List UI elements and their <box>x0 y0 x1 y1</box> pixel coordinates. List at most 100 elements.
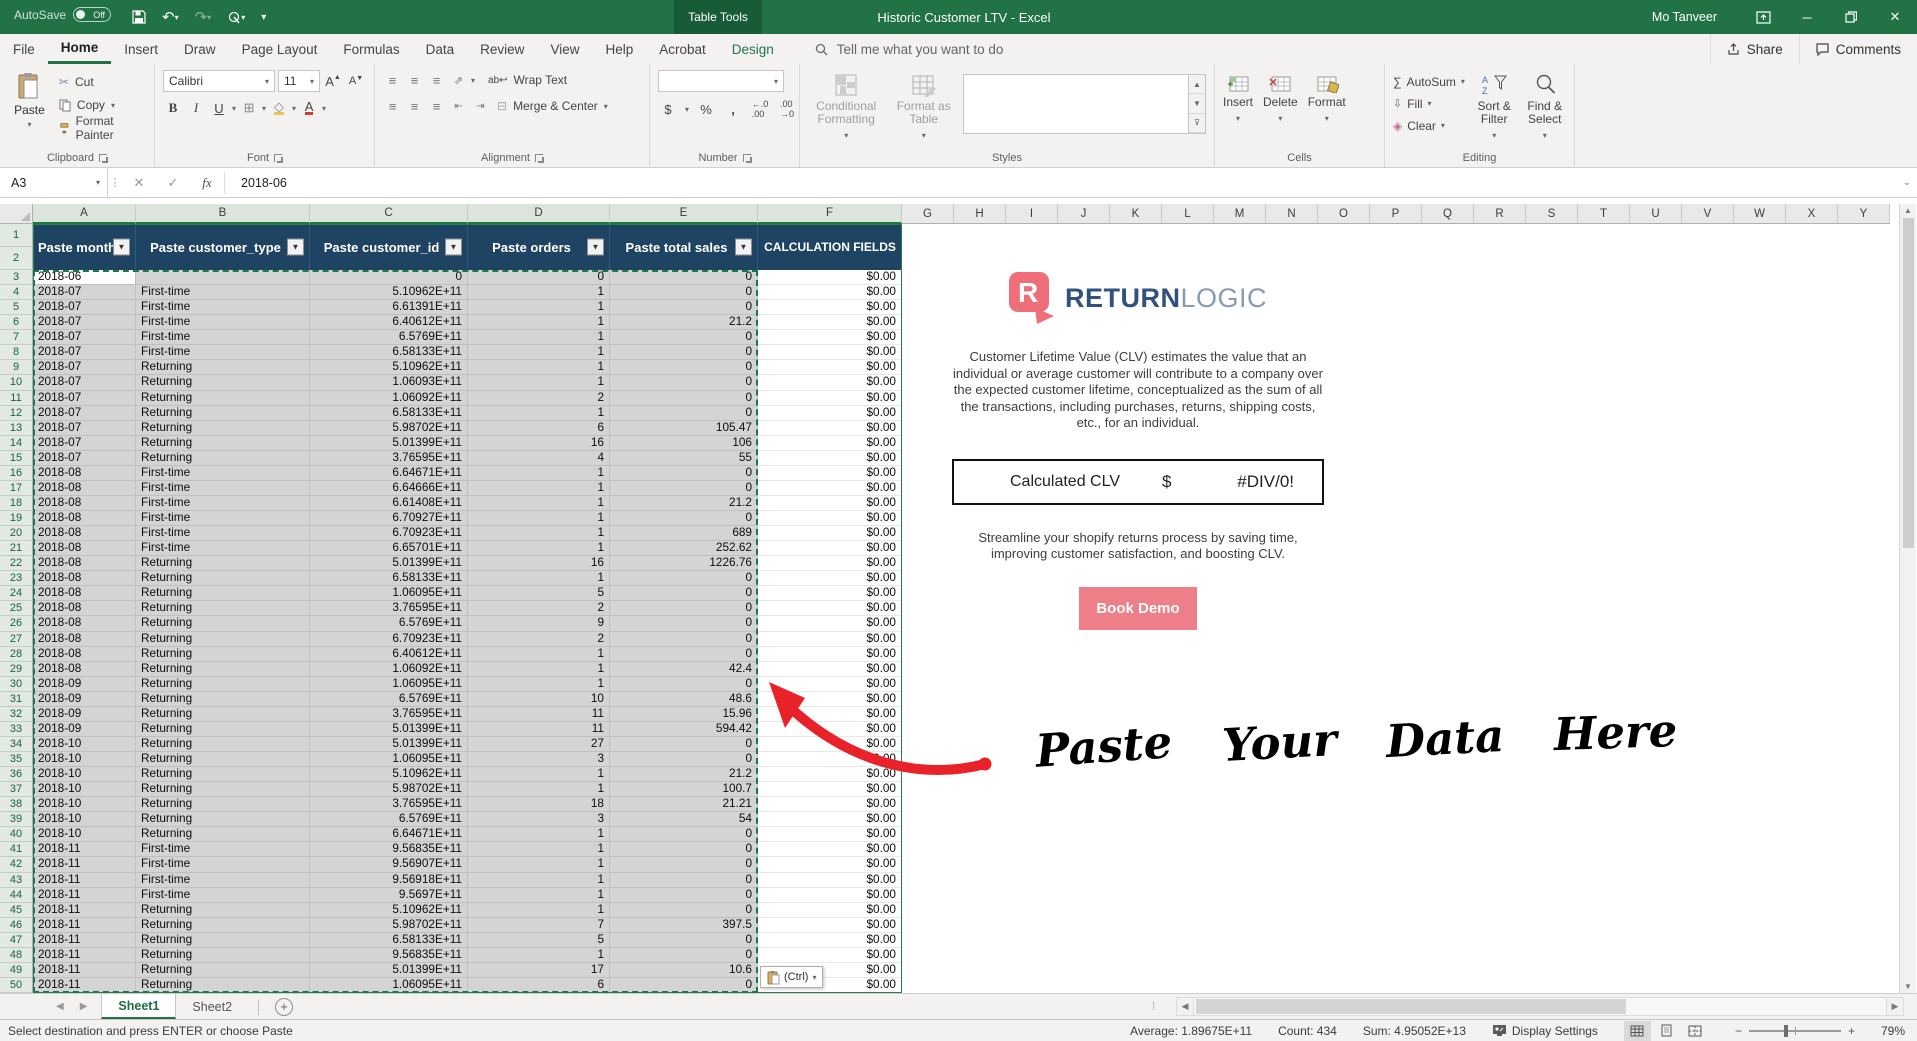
restore-button[interactable] <box>1829 0 1873 34</box>
cell[interactable]: 5 <box>468 933 610 948</box>
cell[interactable]: 594.42 <box>610 722 758 737</box>
cell[interactable]: 1 <box>468 647 610 662</box>
cell[interactable]: 1 <box>468 948 610 963</box>
cell[interactable]: $0.00 <box>758 948 902 963</box>
font-dialog-launcher-icon[interactable] <box>274 154 282 162</box>
cell[interactable]: $0.00 <box>758 707 902 722</box>
cell[interactable]: 2018-08 <box>33 496 136 511</box>
cell[interactable]: 2018-08 <box>33 481 136 496</box>
cell[interactable]: 0 <box>610 601 758 616</box>
cell[interactable]: $0.00 <box>758 857 902 872</box>
book-demo-button[interactable]: Book Demo <box>1079 587 1197 630</box>
cell[interactable]: 6 <box>468 421 610 436</box>
insert-function-icon[interactable]: fx <box>190 175 224 191</box>
filter-dropdown-button[interactable]: ▼ <box>587 239 604 256</box>
cell[interactable]: 1 <box>468 782 610 797</box>
row-header[interactable]: 48 <box>0 948 33 963</box>
cell[interactable]: 0 <box>610 677 758 692</box>
increase-decimal-icon[interactable]: ←.0.00 <box>750 99 770 119</box>
hscroll-splitter[interactable]: ⁞ <box>1152 1001 1155 1013</box>
cell[interactable]: 5.98702E+11 <box>310 918 468 933</box>
cell[interactable]: Returning <box>136 767 310 782</box>
row-header[interactable]: 46 <box>0 918 33 933</box>
cell[interactable]: 11 <box>468 707 610 722</box>
vertical-scrollbar[interactable]: ▲ ▼ <box>1899 204 1916 993</box>
cell[interactable]: 3.76595E+11 <box>310 797 468 812</box>
cell[interactable]: 6.61391E+11 <box>310 300 468 315</box>
cell[interactable]: Returning <box>136 451 310 466</box>
cell-styles-gallery[interactable] <box>963 74 1189 134</box>
cell[interactable]: Returning <box>136 692 310 707</box>
cell[interactable]: 0 <box>610 345 758 360</box>
cell[interactable]: $0.00 <box>758 692 902 707</box>
cell[interactable]: $0.00 <box>758 511 902 526</box>
cell[interactable]: 0 <box>610 466 758 481</box>
cell[interactable]: 2018-08 <box>33 511 136 526</box>
zoom-slider-thumb[interactable] <box>1784 1025 1788 1037</box>
cell[interactable]: 5.98702E+11 <box>310 421 468 436</box>
cell[interactable]: $0.00 <box>758 812 902 827</box>
cell[interactable]: 21.2 <box>610 496 758 511</box>
cell[interactable]: Returning <box>136 722 310 737</box>
cell[interactable]: 1.06095E+11 <box>310 752 468 767</box>
cell[interactable]: Returning <box>136 586 310 601</box>
tab-home[interactable]: Home <box>48 34 112 64</box>
cell[interactable]: 0 <box>610 857 758 872</box>
column-header[interactable]: F <box>758 204 902 224</box>
cell[interactable]: Returning <box>136 963 310 978</box>
cell[interactable]: 0 <box>310 270 468 285</box>
cell[interactable]: $0.00 <box>758 586 902 601</box>
cell[interactable]: 16 <box>468 436 610 451</box>
cell[interactable]: Returning <box>136 571 310 586</box>
cell[interactable]: 6.58133E+11 <box>310 345 468 360</box>
row-header[interactable]: 4 <box>0 285 33 300</box>
cell[interactable]: 2018-07 <box>33 451 136 466</box>
cell[interactable]: 42.4 <box>610 662 758 677</box>
cell[interactable]: $0.00 <box>758 903 902 918</box>
cell[interactable]: 1 <box>468 662 610 677</box>
sheet-tab-sheet1[interactable]: Sheet1 <box>101 994 176 1019</box>
font-size-combo[interactable]: 11▾ <box>278 70 320 92</box>
cell[interactable]: 0 <box>610 616 758 631</box>
cell[interactable]: Returning <box>136 978 310 993</box>
decrease-indent-icon[interactable]: ⇤ <box>449 97 468 116</box>
cell[interactable]: 9.56918E+11 <box>310 873 468 888</box>
number-dialog-launcher-icon[interactable] <box>743 154 751 162</box>
cell[interactable]: 3.76595E+11 <box>310 601 468 616</box>
cell[interactable]: 5.98702E+11 <box>310 782 468 797</box>
column-header[interactable]: K <box>1110 204 1162 224</box>
new-sheet-button[interactable]: + <box>275 998 293 1016</box>
cell[interactable]: 2018-11 <box>33 842 136 857</box>
row-header[interactable]: 16 <box>0 466 33 481</box>
cell[interactable]: $0.00 <box>758 647 902 662</box>
cell[interactable]: 2018-08 <box>33 662 136 677</box>
select-all-corner[interactable] <box>0 204 33 224</box>
cell[interactable]: 0 <box>610 360 758 375</box>
cell[interactable]: 15.96 <box>610 707 758 722</box>
cut-button[interactable]: ✂Cut <box>59 72 146 92</box>
column-header[interactable]: Q <box>1422 204 1474 224</box>
gallery-down-icon[interactable]: ▼ <box>1189 94 1205 113</box>
cell[interactable]: 2018-11 <box>33 918 136 933</box>
normal-view-button[interactable] <box>1624 1021 1651 1041</box>
cell[interactable]: 55 <box>610 451 758 466</box>
tab-formulas[interactable]: Formulas <box>330 34 412 64</box>
cell[interactable]: 2018-08 <box>33 556 136 571</box>
cell[interactable]: 2018-11 <box>33 978 136 993</box>
cell[interactable]: 2018-11 <box>33 873 136 888</box>
format-as-table-button[interactable]: Format as Table▾ <box>890 70 957 147</box>
row-header[interactable]: 15 <box>0 451 33 466</box>
cell[interactable]: 5.10962E+11 <box>310 767 468 782</box>
filter-dropdown-button[interactable]: ▼ <box>113 239 130 256</box>
row-header[interactable]: 14 <box>0 436 33 451</box>
cell[interactable]: Returning <box>136 436 310 451</box>
scroll-right-icon[interactable]: ▶ <box>1886 997 1904 1016</box>
comments-button[interactable]: Comments <box>1799 34 1917 64</box>
cell[interactable]: 1 <box>468 466 610 481</box>
cell[interactable]: 16 <box>468 556 610 571</box>
cell[interactable]: 0 <box>610 481 758 496</box>
cell[interactable]: Returning <box>136 647 310 662</box>
cell[interactable]: 7 <box>468 918 610 933</box>
cell[interactable]: 11 <box>468 722 610 737</box>
cell[interactable]: $0.00 <box>758 767 902 782</box>
